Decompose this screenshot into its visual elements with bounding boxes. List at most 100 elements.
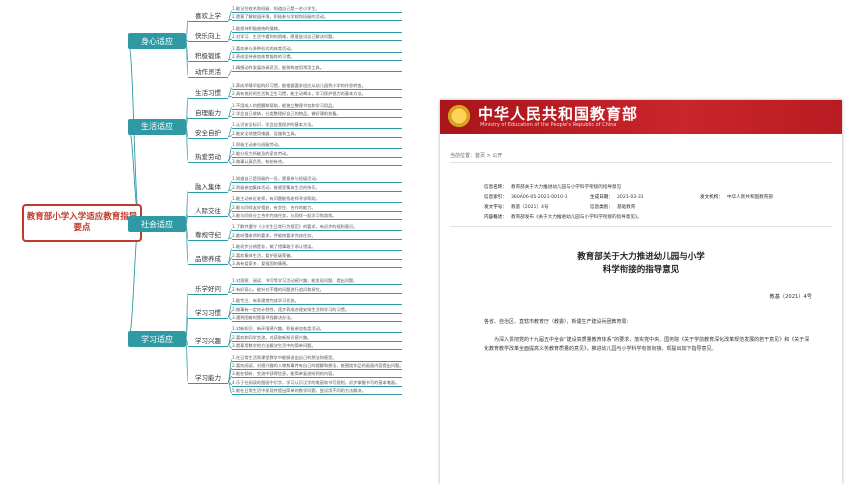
document-body-paragraph: 为深入贯彻党的十九届五中全会“建设高质量教育体系”的要求，落实党中央、国务院《关… [484, 337, 810, 352]
mindmap-leaf-item: 2.学会自己收纳，分类整理好自己的物品，做好课前准备。 [232, 111, 402, 118]
mindmap-subtopic: 学习习惯 [188, 306, 228, 319]
mindmap-leaf-item: 4.乐于在阅读的图画中识字，学习认识汉字的笔画和书写规则，初步掌握书写的基本笔画… [232, 380, 402, 387]
mindmap-leaf-item: 1.认识安全标识，学会自我保护的基本方法。 [232, 122, 402, 130]
mindmap-category: 生活适应 [128, 118, 186, 135]
document-salutation: 各省、自治区、直辖市教育厅（教委），新疆生产建设兵团教育局： [484, 319, 632, 325]
mindmap-leaf-item: 1.在日常生活和课堂教学中能够说出自己的想法和感受。 [232, 355, 402, 362]
mindmap-leaf-item: 1.养成早睡早起的好习惯，能根据要求适应从幼儿园到小学的作息转变。 [232, 83, 402, 90]
mindmap-subtopic: 快乐向上 [188, 29, 228, 43]
mindmap-leaf-item: 2.喜欢和同学交流，对获取新知识感兴趣。 [232, 335, 402, 342]
mindmap-leaf-item: 1.不用成人的提醒和帮助，能独立整理书包和学习用品。 [232, 103, 402, 110]
mindmap-leaf-item: 2.对学习、生活中遇到的困难，愿意尝试自己解决问题。 [232, 34, 402, 42]
meta-date-row: 生成日期： 2021-03-31 [590, 195, 644, 200]
mindmap-subtopic: 融入集体 [188, 180, 228, 193]
mindmap-subtopic: 生活习惯 [188, 86, 228, 100]
mindmap-subtopic-label: 动作灵活 [195, 67, 221, 76]
mindmap-root: 教育部小学入学适应教育指导要点 [22, 204, 142, 242]
mindmap-leaf-item: 2.喜欢阅读，对感兴趣的人物和事件有自己的理解和想法，能围绕作品的画面内容提出问… [232, 363, 402, 370]
mindmap-connectors [127, 10, 233, 394]
mindmap-subtopic-label: 喜欢上学 [195, 12, 221, 21]
mindmap-subtopic-label: 生活习惯 [195, 89, 221, 98]
mindmap-leaf-item: 1.能主动亲近老师，有问题能找老师寻求帮助。 [232, 196, 402, 204]
divider [450, 162, 832, 163]
mindmap-subtopic: 学习兴趣 [188, 334, 228, 347]
mindmap-subtopic-label: 融入集体 [195, 182, 221, 191]
mindmap-leaf-item: 1.喜欢参与多种形式的体育活动。 [232, 46, 402, 53]
mindmap-leaf-item: 1.知道自己是班级的一员，愿意参与班级活动。 [232, 176, 402, 184]
mindmap-subtopic-label: 安全自护 [195, 128, 221, 137]
mindmap-leaf-item: 3.能与同伴分工合作完成任务，与同伴一起学习和游戏。 [232, 213, 402, 220]
breadcrumb[interactable]: 当前位置：首页 > 公开 [450, 152, 502, 159]
divider [450, 226, 832, 227]
mindmap-leaf-item: 2.能分担力所能及的家务劳动。 [232, 151, 402, 158]
meta-docno-row: 发文字号： 教基〔2021〕4号 [484, 205, 549, 210]
mindmap-leaf-item: 2.有好奇心，能针对不懂的问题进行追问和探究。 [232, 287, 402, 294]
mindmap-subtopic-label: 学习能力 [195, 373, 221, 382]
national-emblem-icon [446, 103, 472, 129]
mindmap-subtopic-label: 品德养成 [195, 254, 221, 263]
meta-index-row: 信息索引： 360A06-05-2021-0010-1 [484, 195, 568, 200]
mindmap-leaf-item: 2.做事有一定的计划性，逐步养成合理安排生活和学习的习惯。 [232, 307, 402, 314]
mindmap-leaf-item: 2.积极参加集体活动，能感受集体生活的快乐。 [232, 185, 402, 192]
mindmap-subtopic-label: 学习习惯 [195, 308, 221, 317]
mindmap-subtopic: 尊规守纪 [188, 228, 228, 241]
mindmap-root-label: 教育部小学入学适应教育指导要点 [26, 212, 138, 233]
mindmap-subtopic-label: 快乐向上 [195, 32, 221, 41]
mindmap-leaf-item: 1.精细动作发展协调灵活，能熟练使用常用工具。 [232, 65, 402, 73]
mindmap-leaf-item: 2.能与同伴友好相处，有交往、合作的能力。 [232, 205, 402, 212]
mindmap-leaf-item: 2.愿意了解校园环境，积极参与学校和班级的活动。 [232, 14, 402, 22]
meta-category-row: 信息类别： 基础教育 [590, 205, 636, 210]
mindmap-subtopic: 动作灵活 [188, 65, 228, 78]
mindmap-subtopic-label: 热爱劳动 [195, 152, 221, 161]
mindmap-leaf-item: 1.了解并遵守《小学生日常行为规范》的要求，有初步的规则意识。 [232, 224, 402, 232]
mindmap-subtopic-label: 学习兴趣 [195, 337, 221, 345]
mindmap-subtopic: 喜欢上学 [188, 9, 228, 23]
document-heading-line2: 科学衔接的指导意见 [602, 265, 680, 275]
mindmap-subtopic: 热爱劳动 [188, 150, 228, 163]
mindmap-leaf-item: 5.能在日常生活中发现并提出简单的数学问题，尝试用不同的方法解决。 [232, 388, 402, 396]
mindmap-category-label: 学习适应 [141, 334, 173, 344]
mindmap-category: 学习适应 [128, 331, 186, 347]
mindmap-leaf-item: 1.能专注、有条理地完成学习任务。 [232, 298, 402, 306]
mindmap-category: 社会适应 [128, 216, 186, 233]
document-number: 教基〔2021〕4号 [769, 294, 812, 300]
mindmap-leaf-item: 1.对观察、阅读、书写等学习活动感兴趣，能发现问题、提出问题。 [232, 278, 402, 286]
mindmap-category-label: 社会适应 [141, 219, 173, 229]
mindmap-leaf-item: 3.愿意用数学的方法解决生活中的简单问题。 [232, 343, 402, 351]
meta-summary-row: 内容概述： 教育部发布《关于大力推进幼儿园与小学科学衔接的指导意见》。 [484, 215, 642, 220]
mindmap-subtopic: 人际交往 [188, 204, 228, 217]
mindmap-leaf-item: 1.能初步分辨是非，做了错事敢于承认错误。 [232, 244, 402, 252]
mindmap-leaf-item: 3.遇到困难时愿意寻找解决办法。 [232, 315, 402, 322]
mindmap-subtopic-label: 人际交往 [195, 206, 221, 215]
site-title-en: Ministry of Education of the People's Re… [480, 122, 617, 128]
mindmap-leaf-item: 2.养成坚持参加体育锻炼的习惯。 [232, 54, 402, 61]
mindmap: 教育部小学入学适应教育指导要点 1.能记住校名和班级，知道自己是一名小学生。 2.… [0, 0, 460, 484]
mindmap-subtopic-label: 自理能力 [195, 109, 221, 117]
mindmap-leaf-item: 2.能安全地使用电器、设施和工具。 [232, 131, 402, 138]
mindmap-leaf-item: 2.能听懂老师的要求，并能按要求完成任务。 [232, 233, 402, 240]
mindmap-subtopic-label: 尊规守纪 [195, 230, 221, 239]
document-heading-line1: 教育部关于大力推进幼儿园与小学 [577, 252, 705, 262]
meta-org-row: 发文机构： 中华人民共和国教育部 [700, 195, 773, 200]
mindmap-category-label: 生活适应 [141, 122, 173, 132]
mindmap-leaf-item: 1.积极主动参与班级劳动。 [232, 142, 402, 150]
mindmap-subtopic: 品德养成 [188, 252, 228, 265]
mindmap-leaf-item: 3.做事认真负责，有始有终。 [232, 159, 402, 166]
mindmap-leaf-item: 1.能记住校名和班级，知道自己是一名小学生。 [232, 6, 402, 13]
document-screenshot: 中华人民共和国教育部 Ministry of Education of the … [440, 100, 842, 484]
meta-title-row: 信息名称： 教育部关于大力推进幼儿园与小学科学衔接的指导意见 [484, 185, 622, 190]
mindmap-subtopic: 安全自护 [188, 126, 228, 139]
site-header: 中华人民共和国教育部 Ministry of Education of the … [440, 100, 842, 134]
mindmap-leaf-item: 3.能在倾听、交流中获得信息，能简单复述听到的内容。 [232, 371, 402, 379]
mindmap-category-label: 身心适应 [141, 36, 173, 46]
mindmap-subtopic: 积极锻炼 [188, 49, 228, 62]
mindmap-leaf-item: 3.具有爱家乡、爱祖国的情感。 [232, 261, 402, 268]
mindmap-subtopic-label: 乐学好问 [195, 284, 221, 293]
mindmap-leaf-item: 2.喜欢集体生活，爱护班级荣誉。 [232, 253, 402, 260]
mindmap-leaf-item: 1.对新知识、新环境感兴趣，积极参加各类活动。 [232, 326, 402, 334]
mindmap-subtopic-label: 积极锻炼 [195, 52, 221, 60]
mindmap-leaf-item: 2.具有良好的生活和卫生习惯，能主动喝水，学习保护视力的基本方法。 [232, 91, 402, 99]
mindmap-leaf-item: 1.能保持积极愉快的情绪。 [232, 26, 402, 33]
site-title: 中华人民共和国教育部 [478, 105, 639, 123]
mindmap-category: 身心适应 [128, 33, 186, 50]
